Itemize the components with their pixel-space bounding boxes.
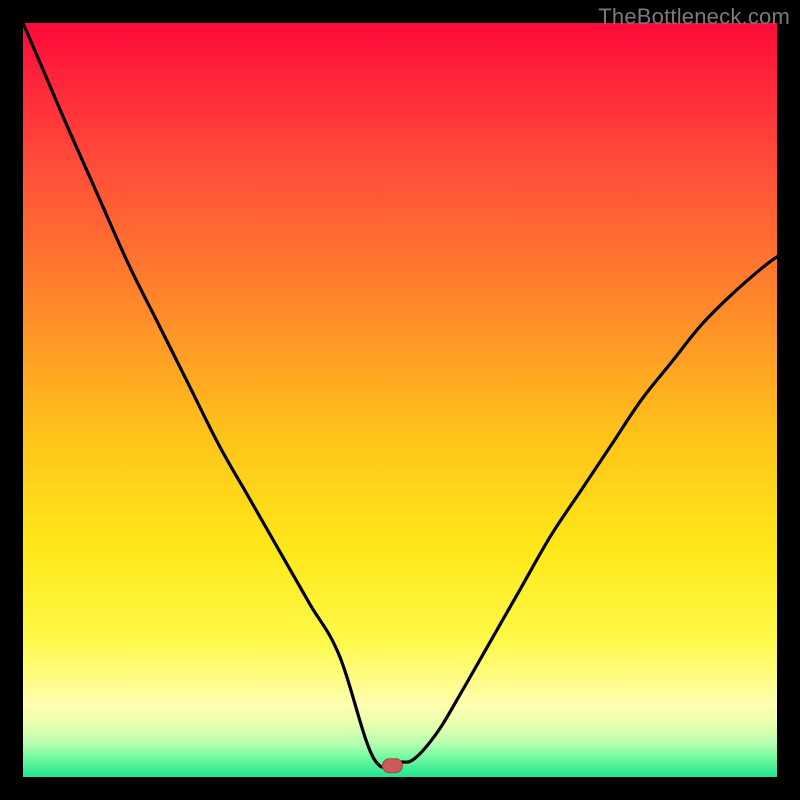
plot-area <box>23 23 777 777</box>
plot-svg <box>23 23 777 777</box>
min-marker <box>382 759 402 773</box>
watermark-text: TheBottleneck.com <box>598 4 790 30</box>
chart-container: TheBottleneck.com <box>0 0 800 800</box>
gradient-background <box>23 23 777 777</box>
